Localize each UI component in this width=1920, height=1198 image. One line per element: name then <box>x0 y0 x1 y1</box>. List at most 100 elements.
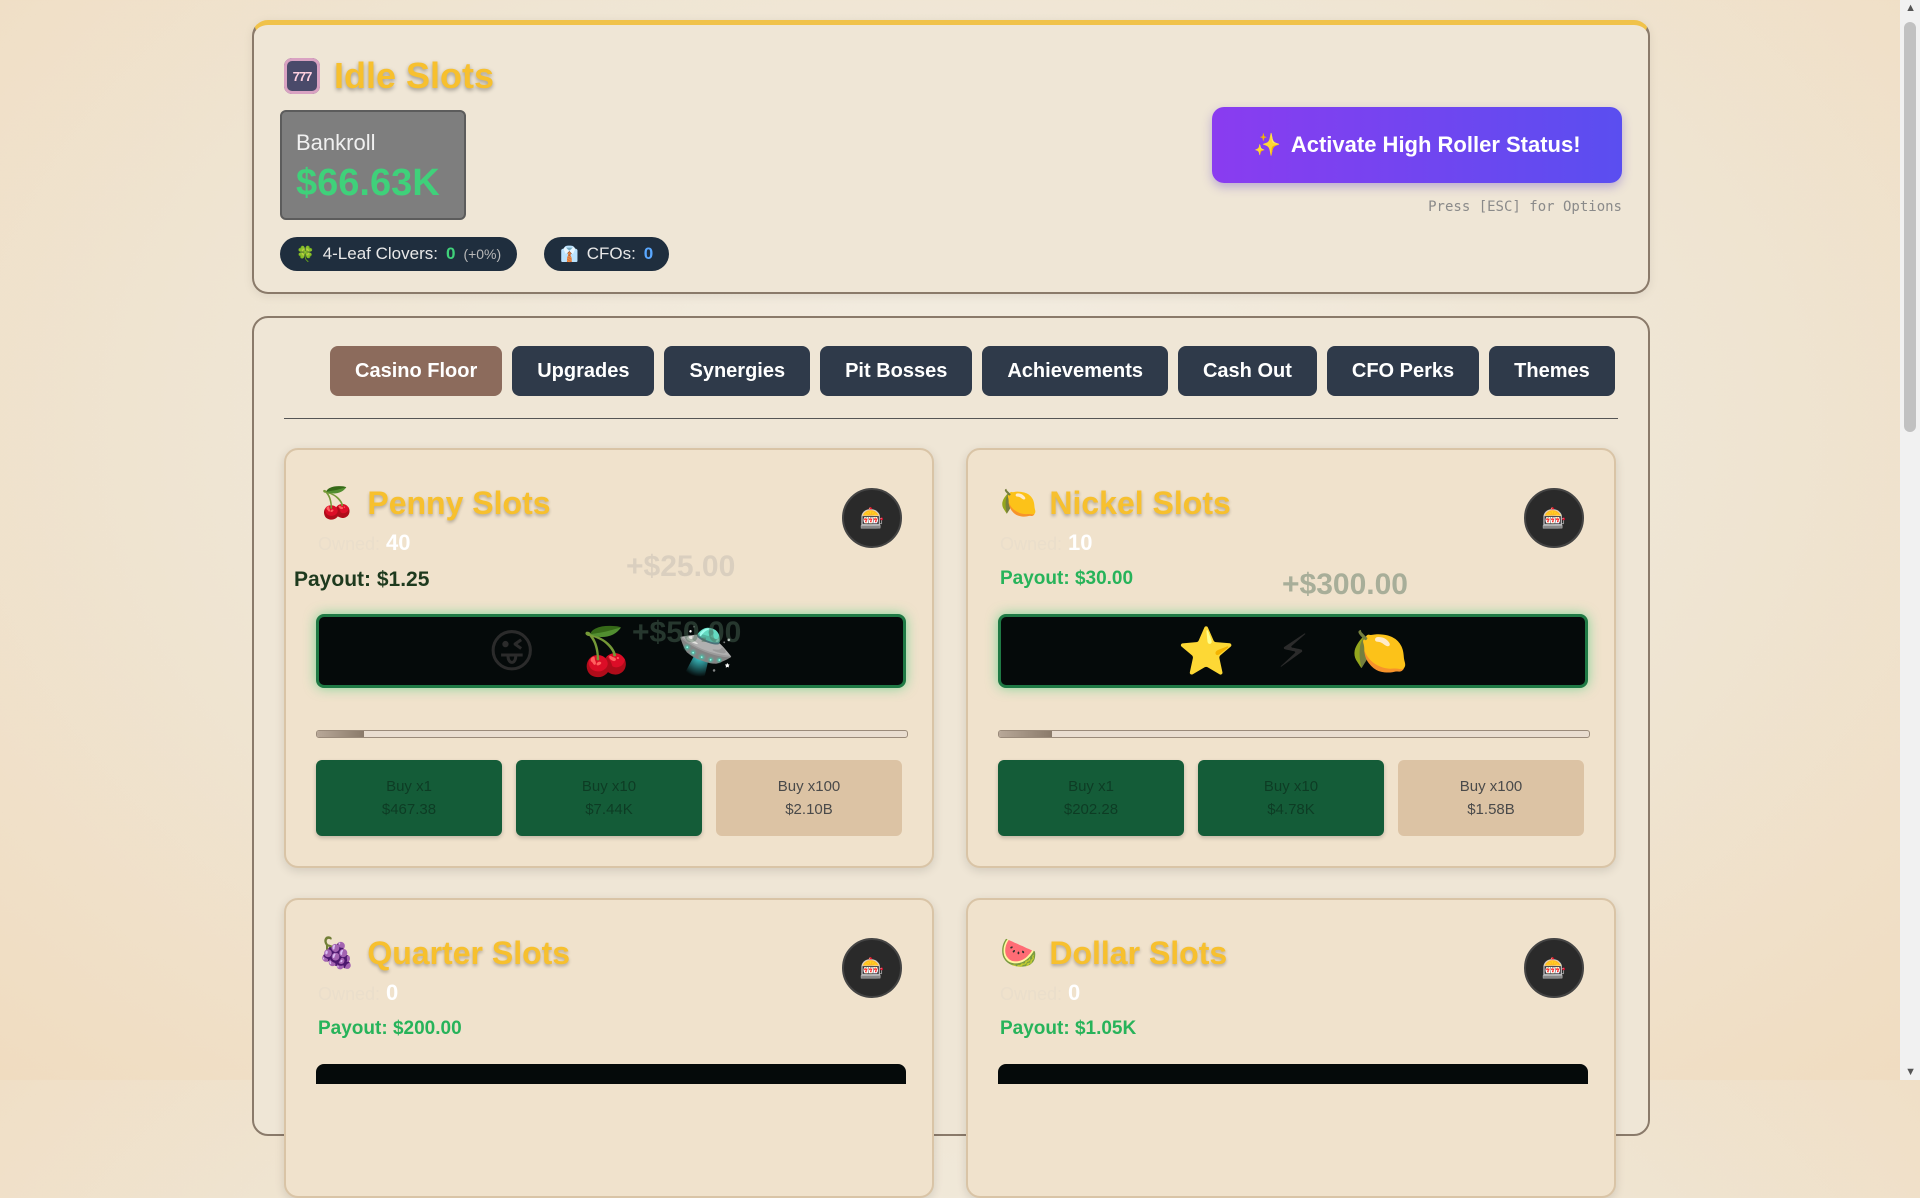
buy-label: Buy x100 <box>1459 778 1523 795</box>
floating-win: +$300.00 <box>1282 568 1408 601</box>
grapes-icon: 🍇 <box>318 937 356 970</box>
floating-win-faded: +$25.00 <box>626 550 736 583</box>
high-roller-button[interactable]: ✨ Activate High Roller Status! <box>1212 107 1622 183</box>
buy-cost: $202.28 <box>1063 801 1119 818</box>
owned-label: Owned: <box>1000 534 1063 554</box>
app-container: 777 Idle Slots Bankroll $66.63K 🍀 4-Leaf… <box>252 20 1650 1198</box>
buy-cost: $7.44K <box>585 801 633 818</box>
spin-progress-bar <box>316 730 908 738</box>
header-panel: 777 Idle Slots Bankroll $66.63K 🍀 4-Leaf… <box>252 20 1650 294</box>
tab-cash-out[interactable]: Cash Out <box>1177 346 1317 396</box>
tab-synergies[interactable]: Synergies <box>664 346 811 396</box>
progress-fill <box>999 731 1053 737</box>
buy-cost: $2.10B <box>785 801 833 818</box>
clover-icon: 🍀 <box>296 246 315 263</box>
machine-card-dollar: 🍉 Dollar Slots Owned: 0 Payout: $1.05K 🎰 <box>966 898 1616 1198</box>
tab-achievements[interactable]: Achievements <box>982 346 1168 396</box>
machine-owned: Owned: 40 <box>318 530 411 556</box>
owned-count: 0 <box>386 980 399 1005</box>
machine-name: Nickel Slots <box>1049 485 1231 521</box>
reel-symbol: ⚡ <box>1276 625 1310 677</box>
owned-count: 0 <box>1068 980 1081 1005</box>
owned-count: 10 <box>1068 530 1093 555</box>
sparkles-icon: ✨ <box>1253 132 1281 157</box>
tab-casino-floor[interactable]: Casino Floor <box>330 346 503 396</box>
lemon-icon: 🍋 <box>1000 487 1038 520</box>
autospin-button[interactable]: 🎰 <box>1524 488 1584 548</box>
reel-window[interactable]: 😜 🍒 🛸 <box>316 614 906 688</box>
autospin-button[interactable]: 🎰 <box>842 938 902 998</box>
machine-card-penny: 🍒 Penny Slots Owned: 40 Payout: $1.25 🎰 +… <box>284 448 934 868</box>
buy-cost: $1.58B <box>1467 801 1515 818</box>
buy-x100-button[interactable]: Buy x100 $2.10B <box>716 760 902 836</box>
scrollbar-thumb[interactable] <box>1904 22 1916 432</box>
slot-machine-icon: 777 <box>284 58 320 94</box>
high-roller-label: Activate High Roller Status! <box>1290 132 1581 157</box>
reel-window[interactable] <box>998 1064 1588 1084</box>
machine-name: Dollar Slots <box>1049 935 1228 971</box>
cfos-label: CFOs: <box>586 244 636 263</box>
buy-x10-button[interactable]: Buy x10 $7.44K <box>516 760 702 836</box>
buy-label: Buy x1 <box>1068 778 1114 795</box>
scroll-down-icon[interactable]: ▼ <box>1905 1066 1916 1078</box>
buy-row: Buy x1 $467.38 Buy x10 $7.44K Buy x100 $… <box>316 760 902 836</box>
machine-title: 🍋 Nickel Slots <box>1000 485 1231 522</box>
buy-label: Buy x10 <box>1263 778 1319 795</box>
machine-payout: Payout: $200.00 <box>318 1018 462 1039</box>
cherry-icon: 🍒 <box>318 487 356 520</box>
owned-label: Owned: <box>318 534 381 554</box>
esc-hint: Press [ESC] for Options <box>1428 199 1622 215</box>
title-row: 777 Idle Slots <box>284 55 494 97</box>
machine-payout: Payout: $1.05K <box>1000 1018 1137 1039</box>
reel-symbol: 😜 <box>487 625 536 677</box>
machine-payout: Payout: $30.00 <box>1000 568 1134 589</box>
autospin-button[interactable]: 🎰 <box>842 488 902 548</box>
machine-name: Penny Slots <box>367 485 551 521</box>
main-panel: Casino Floor Upgrades Synergies Pit Boss… <box>252 316 1650 1198</box>
progress-fill <box>317 731 365 737</box>
tab-pit-bosses[interactable]: Pit Bosses <box>820 346 973 396</box>
machine-card-quarter: 🍇 Quarter Slots Owned: 0 Payout: $200.00 … <box>284 898 934 1198</box>
machine-owned: Owned: 0 <box>318 980 398 1006</box>
owned-label: Owned: <box>318 984 381 1004</box>
reel-symbol: 🍋 <box>1351 624 1409 677</box>
buy-label: Buy x10 <box>581 778 637 795</box>
buy-cost: $4.78K <box>1267 801 1315 818</box>
scroll-up-icon[interactable]: ▲ <box>1905 2 1916 14</box>
buy-x1-button[interactable]: Buy x1 $467.38 <box>316 760 502 836</box>
cfos-value: 0 <box>643 244 654 263</box>
page-scrollbar[interactable]: ▲ ▼ <box>1900 0 1920 1080</box>
buy-cost: $467.38 <box>381 801 437 818</box>
autospin-button[interactable]: 🎰 <box>1524 938 1584 998</box>
buy-x100-button[interactable]: Buy x100 $1.58B <box>1398 760 1584 836</box>
buy-label: Buy x100 <box>777 778 841 795</box>
machine-owned: Owned: 0 <box>1000 980 1080 1006</box>
reel-symbol: 🍒 <box>577 624 635 677</box>
machine-owned: Owned: 10 <box>1000 530 1093 556</box>
reel-window[interactable] <box>316 1064 906 1084</box>
watermelon-icon: 🍉 <box>1000 937 1038 970</box>
bankroll-panel: Bankroll $66.63K <box>280 110 466 220</box>
buy-row: Buy x1 $202.28 Buy x10 $4.78K Buy x100 $… <box>998 760 1584 836</box>
tab-themes[interactable]: Themes <box>1489 346 1615 396</box>
owned-label: Owned: <box>1000 984 1063 1004</box>
machine-name: Quarter Slots <box>367 935 571 971</box>
tab-cfo-perks[interactable]: CFO Perks <box>1326 346 1480 396</box>
cfos-badge: 👔 CFOs: 0 <box>544 237 670 271</box>
reel-window[interactable]: ⭐ ⚡ 🍋 <box>998 614 1588 688</box>
machine-title: 🍒 Penny Slots <box>318 485 551 522</box>
buy-x1-button[interactable]: Buy x1 $202.28 <box>998 760 1184 836</box>
machine-title: 🍉 Dollar Slots <box>1000 935 1227 972</box>
slot-machine-icon: 🎰 <box>1541 507 1567 530</box>
buy-x10-button[interactable]: Buy x10 $4.78K <box>1198 760 1384 836</box>
floating-win: +$50.00 <box>632 616 742 649</box>
clovers-bonus: (+0%) <box>463 246 502 262</box>
reel-symbol: ⭐ <box>1177 624 1235 677</box>
tab-upgrades[interactable]: Upgrades <box>512 346 655 396</box>
clovers-badge: 🍀 4-Leaf Clovers: 0 (+0%) <box>280 237 518 271</box>
page-title: Idle Slots <box>334 55 495 96</box>
machine-card-nickel: 🍋 Nickel Slots Owned: 10 Payout: $30.00 🎰… <box>966 448 1616 868</box>
spin-progress-bar <box>998 730 1590 738</box>
slot-machine-icon: 🎰 <box>1541 957 1567 980</box>
tab-bar: Casino Floor Upgrades Synergies Pit Boss… <box>330 346 1615 396</box>
